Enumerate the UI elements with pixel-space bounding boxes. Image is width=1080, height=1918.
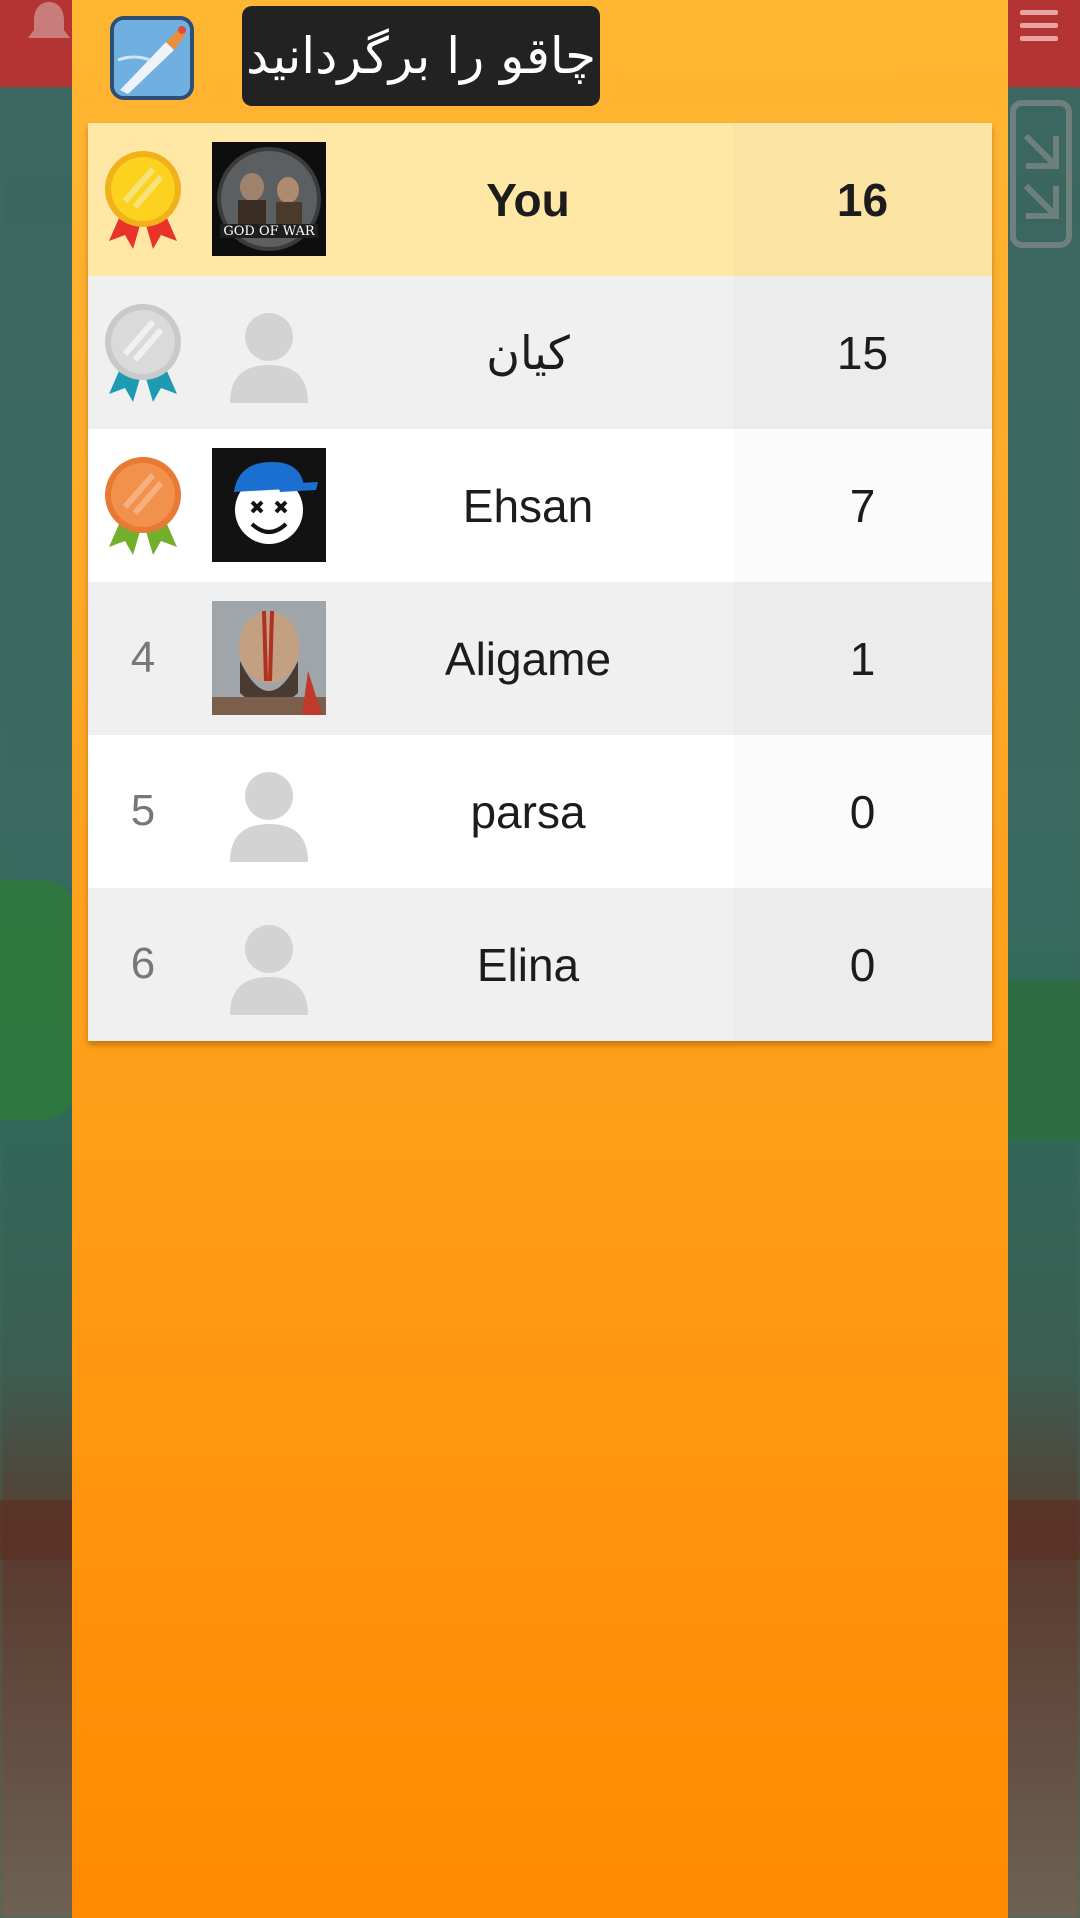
knife-game-icon[interactable]	[110, 16, 194, 100]
kratos-avatar	[212, 601, 326, 715]
leaderboard-row[interactable]: 4 Aligame 1	[88, 582, 992, 735]
player-name: کیان	[486, 325, 570, 380]
silver-medal-icon	[103, 302, 183, 402]
game-title-box: چاقو را برگردانید	[242, 6, 600, 106]
player-name: You	[486, 173, 570, 226]
leaderboard-table: GOD OF WAR You 16 کیان 15 Ehsan 7 4 Alig…	[88, 123, 992, 1041]
player-score: 0	[849, 785, 876, 838]
player-name: Elina	[476, 938, 580, 991]
game-title: چاقو را برگردانید	[246, 27, 596, 85]
player-score: 7	[849, 479, 876, 532]
player-score: 16	[836, 173, 889, 226]
player-name: Aligame	[444, 632, 612, 685]
svg-text:GOD OF WAR: GOD OF WAR	[223, 224, 316, 239]
god-of-war-avatar: GOD OF WAR	[212, 142, 326, 256]
bronze-medal-icon	[103, 455, 183, 555]
leaderboard-row[interactable]: 5 parsa 0	[88, 735, 992, 888]
rank-number: 5	[130, 786, 156, 835]
player-score: 1	[849, 632, 876, 685]
default-user-avatar	[212, 295, 326, 409]
background-decoration	[1006, 980, 1080, 1140]
player-score: 15	[836, 326, 889, 379]
default-user-avatar	[212, 754, 326, 868]
bell-icon[interactable]	[24, 0, 74, 44]
rank-number: 6	[130, 939, 156, 988]
player-name: Ehsan	[462, 479, 594, 532]
default-user-avatar	[212, 907, 326, 1021]
player-score: 0	[849, 938, 876, 991]
hamburger-menu-icon[interactable]	[1020, 10, 1058, 42]
rank-number: 4	[130, 633, 156, 682]
leaderboard-panel: چاقو را برگردانید GOD OF WAR You 16 کیان…	[72, 0, 1008, 1918]
leaderboard-row[interactable]: کیان 15	[88, 276, 992, 429]
leaderboard-row[interactable]: Ehsan 7	[88, 429, 992, 582]
leaderboard-row[interactable]: 6 Elina 0	[88, 888, 992, 1041]
player-name: parsa	[470, 785, 586, 838]
smiley-cap-avatar	[212, 448, 326, 562]
leaderboard-row-current-user[interactable]: GOD OF WAR You 16	[88, 123, 992, 276]
background-decoration	[0, 880, 74, 1120]
expand-icon[interactable]	[1010, 100, 1072, 248]
gold-medal-icon	[103, 149, 183, 249]
